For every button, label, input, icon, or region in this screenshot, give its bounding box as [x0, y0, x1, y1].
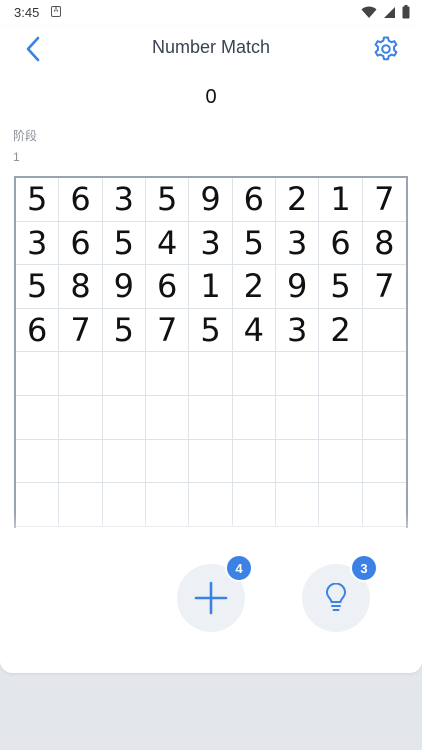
number-cell[interactable]: 7 [362, 178, 406, 222]
number-cell[interactable]: 7 [59, 308, 103, 353]
number-cell[interactable]: 5 [102, 221, 146, 266]
settings-button[interactable] [370, 33, 402, 65]
battery-icon [402, 5, 410, 19]
empty-cell [319, 439, 363, 484]
number-cell[interactable]: 9 [275, 265, 320, 309]
empty-cell [16, 439, 60, 484]
plus-icon [194, 581, 228, 615]
number-cell[interactable]: 5 [189, 308, 233, 353]
number-cell[interactable]: 9 [102, 265, 146, 309]
empty-cell [362, 440, 406, 484]
status-bar: 3:45 A [0, 0, 422, 26]
empty-cell [102, 352, 146, 396]
stage-label: 阶段 [13, 129, 38, 143]
number-cell[interactable]: 3 [275, 221, 320, 266]
empty-cell [102, 439, 146, 484]
number-cell[interactable]: 8 [362, 222, 406, 266]
empty-cell [275, 439, 320, 484]
empty-cell [189, 352, 233, 396]
hint-count-badge: 3 [350, 554, 378, 582]
empty-cell [59, 439, 103, 484]
number-cell[interactable]: 5 [319, 265, 363, 309]
number-cell[interactable]: 5 [145, 178, 190, 222]
number-cell[interactable]: 6 [59, 221, 103, 266]
empty-cell [362, 309, 406, 353]
empty-cell [362, 396, 406, 440]
empty-cell [145, 352, 190, 396]
hint-button[interactable]: 3 [302, 554, 378, 632]
empty-cell [189, 395, 233, 440]
empty-cell [362, 352, 406, 396]
signal-icon [384, 6, 395, 18]
empty-cell [189, 439, 233, 484]
number-cell[interactable]: 3 [275, 308, 320, 353]
system-icons [361, 5, 410, 19]
number-cell[interactable]: 6 [319, 221, 363, 266]
number-cell[interactable]: 5 [232, 221, 276, 266]
number-cell[interactable]: 5 [16, 178, 60, 222]
add-numbers-button[interactable]: 4 [177, 554, 253, 632]
number-cell[interactable]: 1 [319, 178, 363, 222]
empty-cell [16, 395, 60, 440]
status-time: 3:45 [14, 5, 40, 20]
number-cell[interactable]: 2 [319, 308, 363, 353]
stage-value: 1 [13, 150, 20, 164]
number-cell[interactable]: 6 [59, 178, 103, 222]
number-cell[interactable]: 3 [189, 221, 233, 266]
number-cell[interactable]: 7 [362, 265, 406, 309]
number-cell[interactable]: 7 [145, 308, 190, 353]
number-cell[interactable]: 2 [232, 265, 276, 309]
empty-cell [102, 395, 146, 440]
number-cell[interactable]: 8 [59, 265, 103, 309]
empty-cell [16, 352, 60, 396]
empty-cell [232, 352, 276, 396]
empty-cell [59, 352, 103, 396]
score-value: 0 [205, 86, 217, 108]
number-cell[interactable]: 9 [189, 178, 233, 222]
empty-cell [275, 395, 320, 440]
number-cell[interactable]: 5 [102, 308, 146, 353]
empty-cell [319, 352, 363, 396]
number-cell[interactable]: 6 [16, 308, 60, 353]
number-cell[interactable]: 2 [275, 178, 320, 222]
empty-cell [145, 395, 190, 440]
grid-cells: 56359621736543536858961295767575432 [16, 178, 406, 527]
empty-cell [275, 352, 320, 396]
wifi-icon [361, 6, 377, 18]
number-cell[interactable]: 5 [16, 265, 60, 309]
lightbulb-icon [326, 583, 346, 611]
empty-cell [59, 395, 103, 440]
add-count-badge: 4 [225, 554, 253, 582]
number-cell[interactable]: 3 [102, 178, 146, 222]
number-cell[interactable]: 3 [16, 221, 60, 266]
notification-icon: A [51, 6, 61, 17]
page-title: Number Match [151, 37, 271, 57]
gear-icon [374, 36, 398, 61]
number-cell[interactable]: 4 [232, 308, 276, 353]
number-cell[interactable]: 1 [189, 265, 233, 309]
number-cell[interactable]: 6 [232, 178, 276, 222]
top-bar: Number Match [0, 26, 422, 72]
number-grid: 56359621736543536858961295767575432 [14, 176, 408, 528]
empty-cell [232, 395, 276, 440]
empty-cell [232, 439, 276, 484]
empty-cell [319, 395, 363, 440]
number-cell[interactable]: 4 [145, 221, 190, 266]
empty-cell [145, 439, 190, 484]
game-panel: Number Match 0 阶段 1 56359621736543536858… [0, 26, 422, 673]
number-cell[interactable]: 6 [145, 265, 190, 309]
